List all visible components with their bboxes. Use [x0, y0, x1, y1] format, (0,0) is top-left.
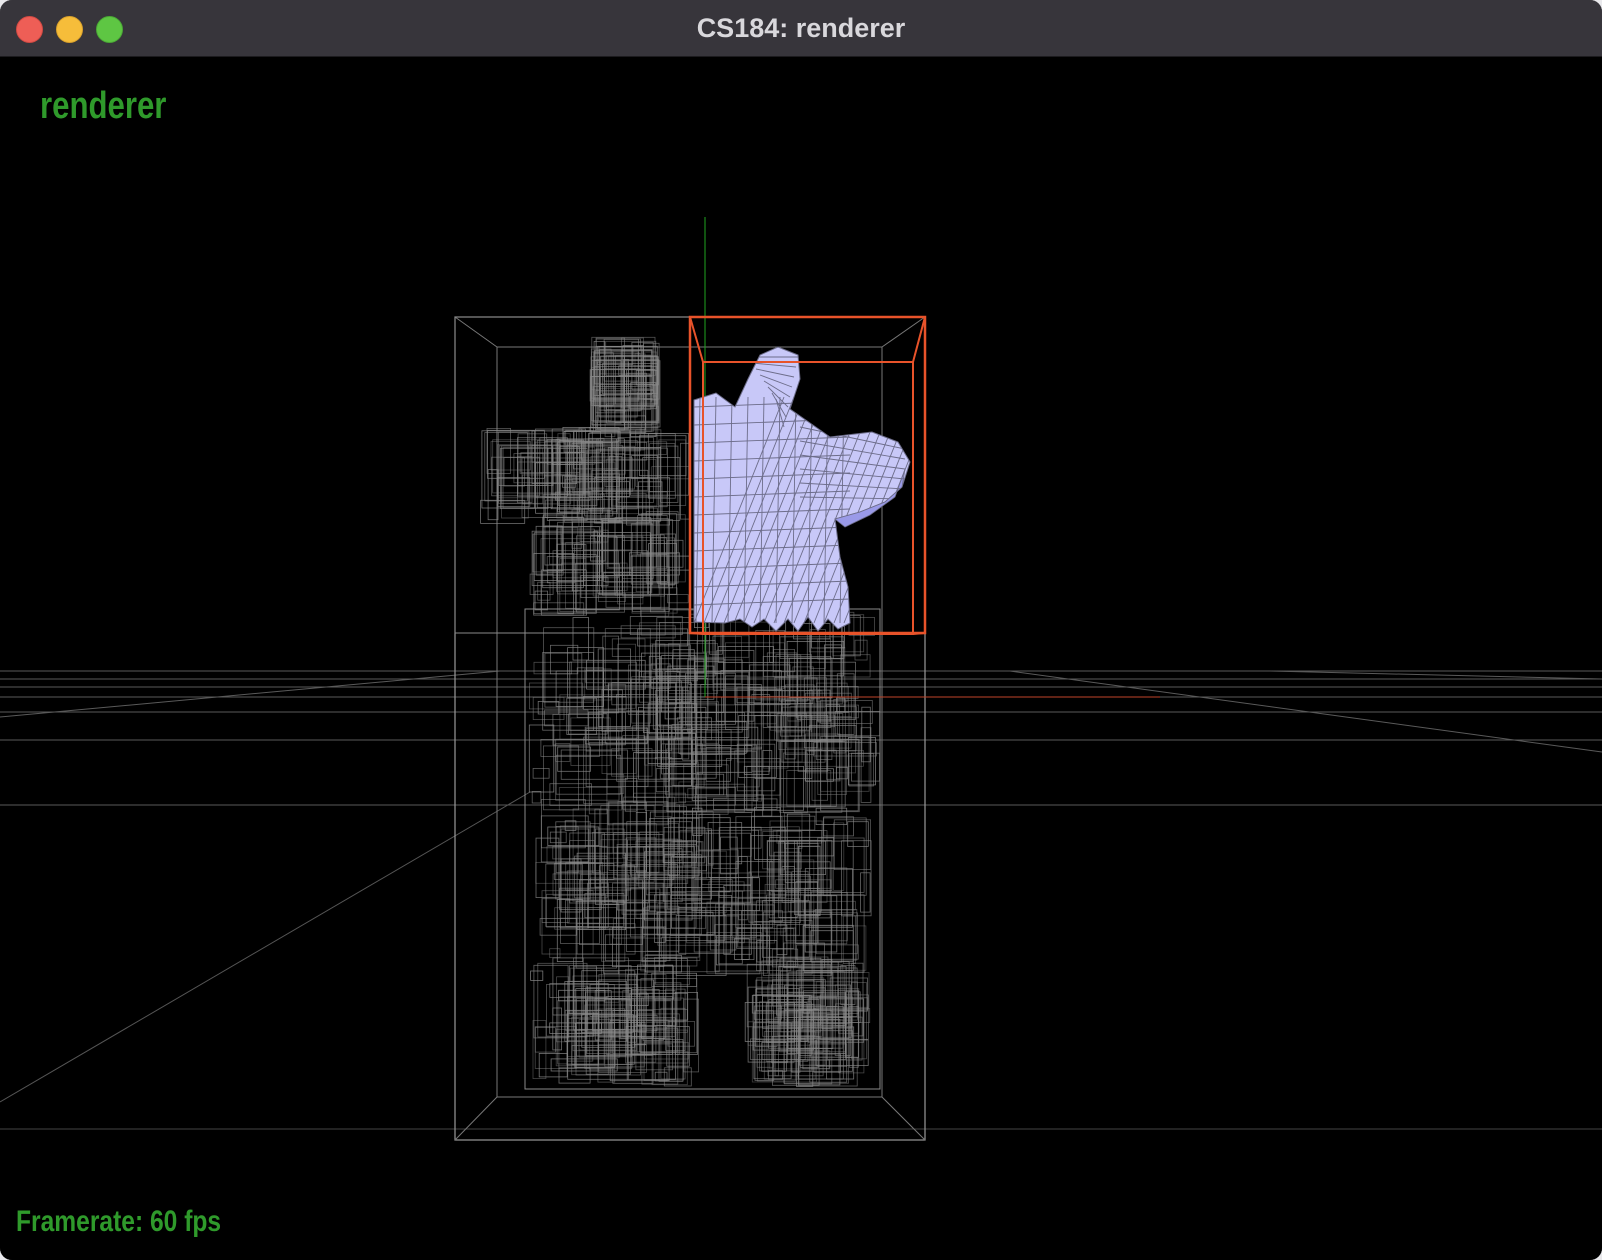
bvh-box	[604, 729, 649, 744]
bvh-box	[768, 1070, 784, 1080]
bvh-box	[780, 741, 846, 808]
bvh-box	[533, 661, 572, 675]
app-window: CS184: renderer renderer Framerate: 60 f…	[0, 0, 1602, 1260]
bvh-box	[756, 1054, 796, 1082]
bvh-box	[569, 967, 602, 982]
bvh-box	[532, 768, 550, 779]
bvh-box	[749, 689, 783, 713]
bvh-box	[650, 537, 675, 586]
app-label: renderer	[40, 85, 167, 127]
bvh-box	[560, 828, 590, 891]
bvh-box	[667, 594, 689, 604]
bvh-box	[705, 730, 720, 744]
bvh-box	[813, 1053, 841, 1073]
bvh-box	[569, 965, 632, 1014]
selected-box-edge	[689, 316, 704, 363]
bvh-box	[822, 817, 867, 896]
bvh-box	[559, 694, 623, 740]
bvh-box	[605, 934, 671, 962]
bvh-box	[539, 437, 553, 474]
bvh-box	[620, 625, 676, 639]
framerate-readout: Framerate: 60 fps	[16, 1205, 222, 1238]
bvh-box	[642, 900, 703, 935]
bvh-box	[672, 655, 708, 670]
floor-line	[1269, 670, 1602, 680]
bvh-box	[595, 338, 641, 351]
bvh-box	[549, 831, 567, 844]
bvh-box	[531, 791, 542, 804]
bvh-box	[587, 907, 618, 925]
bvh-box	[660, 533, 676, 585]
bvh-box	[555, 738, 620, 801]
bvh-box	[841, 840, 872, 917]
bvh-box	[572, 617, 590, 661]
bvh-box	[817, 867, 848, 945]
bvh-box	[683, 998, 699, 1073]
bvh-scene[interactable]	[0, 57, 1602, 1260]
bvh-box	[629, 993, 649, 1006]
bvh-box	[762, 750, 773, 817]
bvh-box	[617, 643, 637, 709]
bvh-box	[533, 552, 574, 615]
bvh-box	[663, 856, 707, 872]
bvh-box	[557, 746, 591, 772]
bvh-box	[611, 638, 646, 657]
bvh-box	[747, 687, 777, 725]
bvh-box	[833, 822, 845, 891]
bvh-box	[540, 815, 589, 863]
bvh-box	[680, 442, 690, 520]
bvh-box	[550, 644, 579, 675]
bvh-box	[624, 777, 638, 812]
bvh-box	[815, 909, 858, 961]
bvh-box	[558, 787, 622, 811]
bvh-box	[804, 868, 853, 928]
title-bar[interactable]: CS184: renderer	[0, 0, 1602, 57]
bvh-box	[571, 1045, 633, 1065]
bvh-box	[854, 639, 868, 661]
render-viewport[interactable]: renderer Framerate: 60 fps	[0, 57, 1602, 1260]
bvh-box	[847, 821, 869, 847]
bvh-box	[549, 948, 561, 959]
selected-box-edge	[689, 632, 704, 635]
bvh-edge	[454, 316, 498, 348]
bvh-box	[537, 962, 588, 1038]
bvh-box	[794, 840, 854, 915]
selected-box-edge	[912, 632, 926, 635]
bvh-box	[538, 1053, 568, 1078]
bvh-box	[530, 970, 544, 981]
bvh-box	[786, 770, 832, 807]
bvh-box	[534, 1027, 556, 1053]
bvh-box	[658, 439, 687, 506]
bvh-box	[558, 1067, 591, 1084]
window-title: CS184: renderer	[696, 13, 906, 43]
bvh-box	[552, 1007, 562, 1051]
bvh-box	[631, 676, 651, 724]
bvh-box	[528, 724, 555, 793]
bvh-edge	[454, 1096, 498, 1141]
bvh-edge	[881, 1096, 926, 1141]
bvh-box	[779, 740, 843, 813]
bvh-box	[833, 819, 871, 870]
floor-line	[0, 670, 501, 718]
mesh-wireframe	[693, 346, 911, 632]
bvh-box	[712, 635, 750, 691]
bvh-box	[574, 1029, 633, 1068]
bvh-box	[602, 363, 658, 395]
bvh-box	[712, 849, 739, 869]
bvh-box	[533, 964, 569, 1039]
bvh-box	[690, 712, 745, 755]
floor-line	[0, 791, 531, 1103]
